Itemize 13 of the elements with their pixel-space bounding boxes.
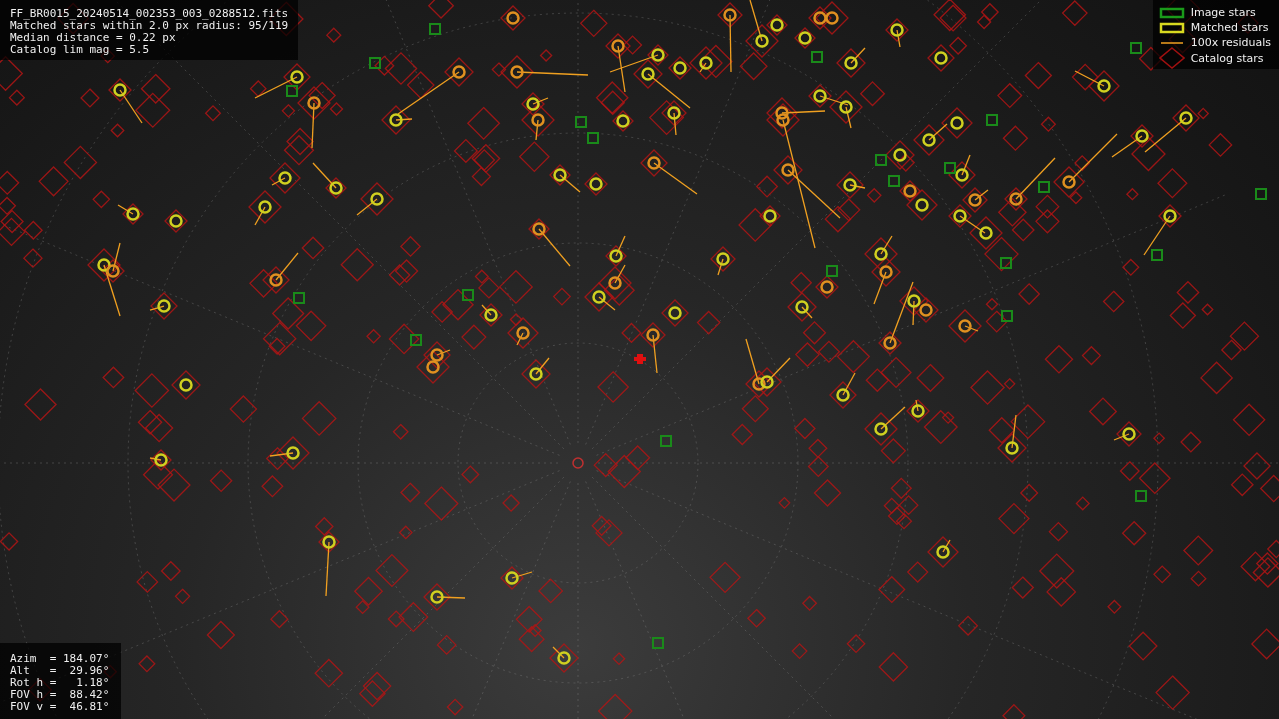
info-text: Matched stars within 2.0 px radius: 95/119 [10,20,289,32]
pointing-text: FOV h = 88.42° [10,689,110,701]
legend-label: 100x residuals [1190,36,1271,49]
pointing-text: FOV v = 46.81° [10,701,110,713]
pointing-text: Rot h = 1.18° [10,677,110,689]
pointing-text: Azim = 184.07° [10,653,110,665]
legend-label: Image stars [1190,6,1256,19]
info-text: Catalog lim mag = 5.5 [10,44,151,56]
legend-label: Catalog stars [1190,51,1264,65]
legend-label: Matched stars [1190,21,1269,34]
pointing-text: Alt = 29.96° [10,665,110,677]
info-text: FF_BR0015_20240514_002353_003_0288512.fits [10,8,289,20]
info-text: Median distance = 0.22 px [10,32,177,44]
